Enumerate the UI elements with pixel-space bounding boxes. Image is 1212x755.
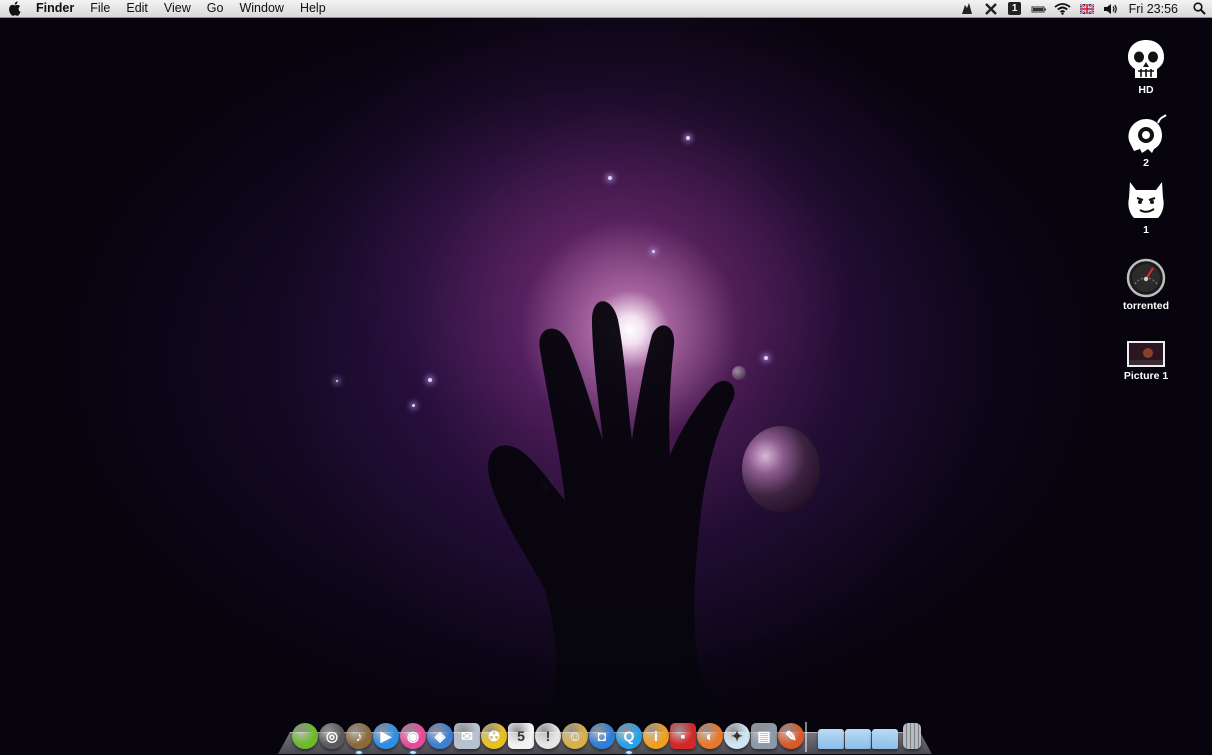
safari-icon[interactable]: ✦ <box>724 723 750 749</box>
growl-status[interactable] <box>955 0 979 17</box>
browser-blue-glyph: ◈ <box>434 727 446 744</box>
mail-glyph: ✉ <box>461 727 473 744</box>
dashboard-glyph: ◎ <box>325 727 339 744</box>
photo-tool-icon[interactable]: ✎ <box>778 723 804 749</box>
tools-status[interactable] <box>979 0 1003 17</box>
desktop-wallpaper <box>0 0 1212 755</box>
screenshot-file-icon <box>1127 341 1165 367</box>
battery-status[interactable] <box>1027 0 1051 17</box>
folder-icon[interactable] <box>872 729 898 749</box>
monster-drive-icon <box>1128 114 1167 153</box>
gauge-drive-icon <box>1126 258 1166 298</box>
firefox-glyph: ◐ <box>705 728 715 744</box>
menu-view[interactable]: View <box>156 0 199 17</box>
desktop-icon-picture-1[interactable]: Picture 1 <box>1112 340 1180 382</box>
garageband-guitar-glyph: ♪ <box>355 728 363 744</box>
running-indicator <box>626 751 632 754</box>
spotlight-button[interactable] <box>1186 0 1212 17</box>
info-orange-icon[interactable]: i <box>643 723 669 749</box>
menu-window[interactable]: Window <box>231 0 291 17</box>
desktop-icon-label: 2 <box>1143 157 1149 169</box>
apple-green-icon[interactable] <box>292 723 318 749</box>
radiation-glyph: ☢ <box>487 727 501 744</box>
address-book-glyph: ☺ <box>567 728 583 744</box>
menu-help[interactable]: Help <box>292 0 334 17</box>
firefox-icon[interactable]: ◐ <box>697 723 723 749</box>
quicktime-icon[interactable]: Q <box>616 723 642 749</box>
wifi-icon <box>1054 3 1071 15</box>
menu-finder[interactable]: Finder <box>28 0 82 17</box>
dock-separator[interactable] <box>805 722 807 752</box>
red-chair-glyph: ▪ <box>680 728 686 744</box>
safari-glyph: ✦ <box>731 727 743 744</box>
number-badge-text: 1 <box>1011 3 1018 14</box>
menu-file[interactable]: File <box>82 0 118 17</box>
media-player-glyph: ▶ <box>380 727 392 744</box>
cat-drive-icon <box>1128 182 1164 218</box>
running-indicator <box>410 751 416 754</box>
wifi-status[interactable] <box>1051 0 1075 17</box>
mail-icon[interactable]: ✉ <box>454 723 480 749</box>
quicktime-glyph: Q <box>623 728 635 744</box>
desktop-icon-label: Picture 1 <box>1123 370 1169 382</box>
desktop-icon-label: HD <box>1138 84 1154 96</box>
preview-icon[interactable]: ▤ <box>751 723 777 749</box>
input-source-status[interactable] <box>1075 0 1099 17</box>
dashboard-icon[interactable]: ◎ <box>319 723 345 749</box>
media-player-icon[interactable]: ▶ <box>373 723 399 749</box>
tools-icon <box>984 2 997 15</box>
menu-bar: Finder File Edit View Go Window Help 1 F… <box>0 0 1212 18</box>
growl-icon <box>961 3 972 14</box>
garageband-guitar-icon[interactable]: ♪ <box>346 723 372 749</box>
skull-drive-icon <box>1128 40 1164 78</box>
photo-tool-glyph: ✎ <box>785 727 797 744</box>
spotlight-search-icon <box>1192 2 1206 15</box>
volume-status[interactable] <box>1099 0 1123 17</box>
number-status[interactable]: 1 <box>1003 0 1027 17</box>
camera-icon[interactable]: ◘ <box>589 723 615 749</box>
browser-blue-icon[interactable]: ◈ <box>427 723 453 749</box>
folder-icon[interactable] <box>818 729 844 749</box>
hand-silhouette <box>488 301 735 755</box>
desktop-icon-torrented[interactable]: torrented <box>1112 258 1180 312</box>
number-badge-icon: 1 <box>1008 2 1022 15</box>
dock: ◎ ♪ ▶ ◉ ◈ ✉ ☢ 5! ☺ ◘ Qi ▪ ◐ ✦ ▤ ✎ <box>278 716 932 755</box>
apple-menu[interactable] <box>0 0 28 17</box>
flag-uk-icon <box>1079 3 1094 14</box>
preview-glyph: ▤ <box>757 727 771 744</box>
menu-extras: 1 Fri 23:56 <box>955 0 1212 17</box>
battery-icon <box>1031 6 1046 12</box>
apple-logo-icon <box>8 1 20 16</box>
menu-go[interactable]: Go <box>199 0 232 17</box>
menu-clock[interactable]: Fri 23:56 <box>1123 2 1186 16</box>
folder-icon[interactable] <box>845 729 871 749</box>
camera-glyph: ◘ <box>597 728 607 744</box>
chat-bubbles-icon[interactable]: ! <box>535 723 561 749</box>
calendar-glyph: 5 <box>517 728 525 744</box>
running-indicator <box>356 751 362 754</box>
apple-green-glyph <box>292 723 318 749</box>
menu-edit[interactable]: Edit <box>118 0 156 17</box>
calendar-icon[interactable]: 5 <box>508 723 534 749</box>
desktop-icon-1[interactable]: 1 <box>1112 180 1180 236</box>
radiation-icon[interactable]: ☢ <box>481 723 507 749</box>
desktop-icon-hd[interactable]: HD <box>1112 38 1180 96</box>
itunes-pink-icon[interactable]: ◉ <box>400 723 426 749</box>
desktop-icon-label: 1 <box>1143 224 1149 236</box>
itunes-pink-glyph: ◉ <box>406 727 420 744</box>
chat-bubbles-glyph: ! <box>545 728 551 744</box>
address-book-icon[interactable]: ☺ <box>562 723 588 749</box>
desktop-icon-label: torrented <box>1122 300 1170 312</box>
volume-icon <box>1104 3 1117 14</box>
red-chair-icon[interactable]: ▪ <box>670 723 696 749</box>
trash-icon[interactable] <box>903 723 921 749</box>
desktop-icon-2[interactable]: 2 <box>1112 113 1180 169</box>
info-orange-glyph: i <box>654 728 658 744</box>
